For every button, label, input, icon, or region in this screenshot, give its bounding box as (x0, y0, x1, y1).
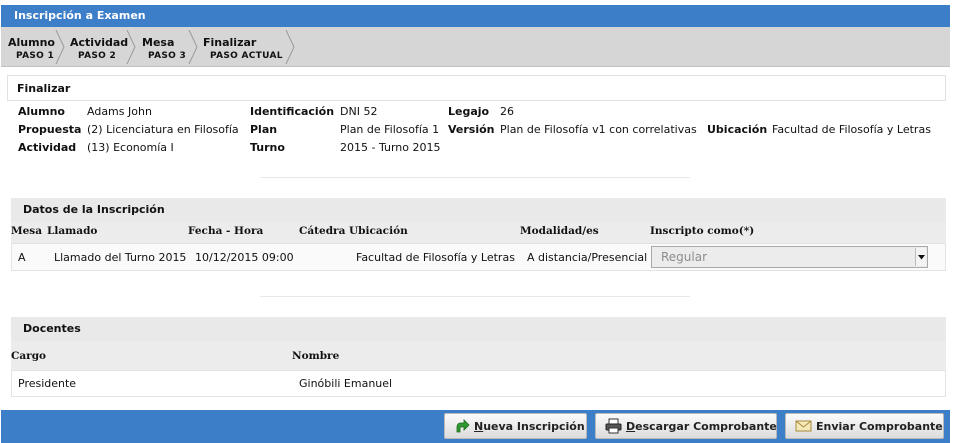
label-alumno: Alumno (18, 105, 65, 118)
step-separator-icon (285, 30, 295, 64)
chevron-down-icon[interactable] (915, 248, 926, 266)
column-header: Fecha - Hora (188, 225, 264, 237)
table-header-row (11, 341, 946, 370)
envelope-icon (795, 419, 812, 433)
column-header: Inscripto como(*) (650, 225, 755, 237)
cell-modalidad: A distancia/Presencial (527, 251, 648, 264)
step-sub: PASO 1 (16, 51, 55, 61)
cell-llamado: Llamado del Turno 2015 (54, 251, 187, 264)
table-header-row (11, 222, 946, 243)
enviar-comprobante-button[interactable]: Enviar Comprobante (785, 413, 944, 439)
section-heading-docentes: Docentes (11, 317, 946, 341)
value-turno: 2015 - Turno 2015 (340, 141, 441, 154)
value-version: Plan de Filosofía v1 con correlativas (500, 123, 697, 136)
step-name: Actividad (70, 36, 129, 49)
printer-icon (605, 418, 622, 434)
column-header: Modalidad/es (520, 225, 599, 237)
step-sub: PASO ACTUAL (210, 51, 283, 61)
value-actividad: (13) Economía I (87, 141, 174, 154)
inscripto-como-select[interactable]: Regular (651, 246, 928, 268)
step-sub: PASO 3 (148, 51, 187, 61)
value-propuesta: (2) Licenciatura en Filosofía (87, 123, 239, 136)
section-heading-finalizar: Finalizar (7, 75, 946, 101)
step-mesa[interactable]: Mesa PASO 3 (135, 27, 198, 67)
column-header: Mesa (11, 225, 43, 237)
step-name: Finalizar (203, 36, 257, 49)
cell-cargo: Presidente (18, 377, 77, 390)
button-label: Enviar Comprobante (816, 419, 943, 433)
button-label: ueva Inscripción (483, 419, 585, 433)
column-header: Nombre (292, 350, 340, 362)
step-alumno[interactable]: Alumno PASO 1 (1, 27, 65, 67)
column-header: Llamado (47, 225, 98, 237)
button-mnemonic: N (474, 419, 484, 433)
value-alumno: Adams John (87, 105, 152, 118)
section-heading-inscripcion: Datos de la Inscripción (11, 198, 946, 222)
step-name: Mesa (142, 36, 175, 49)
divider (260, 177, 690, 178)
nueva-inscripcion-button[interactable]: Nueva Inscripción (444, 413, 587, 439)
value-plan: Plan de Filosofía 1 (340, 123, 440, 136)
select-value: Regular (661, 250, 708, 264)
label-identificacion: Identificación (250, 105, 335, 118)
step-sub: PASO 2 (78, 51, 117, 61)
divider (260, 296, 690, 297)
button-label: escargar Comprobante (635, 419, 777, 433)
label-version: Versión (448, 123, 495, 136)
column-header: Cargo (11, 350, 47, 362)
label-ubicacion: Ubicación (707, 123, 768, 136)
step-actividad[interactable]: Actividad PASO 2 (64, 27, 136, 67)
value-legajo: 26 (500, 105, 514, 118)
column-header: Cátedra (299, 225, 346, 237)
cell-mesa: A (18, 251, 26, 264)
step-name: Alumno (8, 36, 55, 49)
column-header: Ubicación (349, 225, 408, 237)
label-propuesta: Propuesta (18, 123, 82, 136)
button-mnemonic: D (626, 419, 636, 433)
green-arrow-icon (454, 418, 470, 434)
step-finalizar: Finalizar PASO ACTUAL (196, 27, 301, 67)
step-breadcrumb: Alumno PASO 1 Actividad PASO 2 Mesa PASO… (1, 27, 950, 67)
label-actividad: Actividad (18, 141, 77, 154)
value-ubicacion: Facultad de Filosofía y Letras (772, 123, 931, 136)
descargar-comprobante-button[interactable]: Descargar Comprobante (595, 413, 777, 439)
table-row (11, 370, 946, 397)
cell-ubicacion: Facultad de Filosofía y Letras (356, 251, 515, 264)
window-title: Inscripción a Examen (1, 5, 950, 27)
cell-nombre: Ginóbili Emanuel (299, 377, 393, 390)
label-legajo: Legajo (448, 105, 490, 118)
label-turno: Turno (250, 141, 285, 154)
value-identificacion: DNI 52 (340, 105, 378, 118)
label-plan: Plan (250, 123, 278, 136)
cell-fecha-hora: 10/12/2015 09:00 (195, 251, 294, 264)
